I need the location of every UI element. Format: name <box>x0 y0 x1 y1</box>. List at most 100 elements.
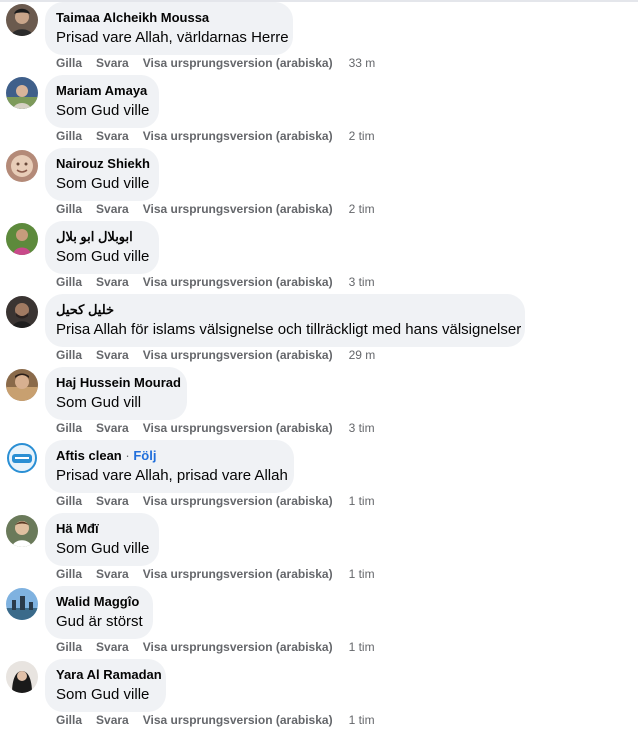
comment-text: Prisa Allah för islams välsignelse och t… <box>56 321 522 338</box>
comment-bubble: Taimaa Alcheikh Moussa Prisad vare Allah… <box>45 2 293 55</box>
avatar[interactable] <box>6 77 38 109</box>
comment-text: Som Gud vill <box>56 394 142 411</box>
comment: خليل كحيل Prisa Allah för islams välsign… <box>0 292 638 365</box>
avatar[interactable] <box>6 223 38 255</box>
reply-button[interactable]: Svara <box>96 494 129 508</box>
comment-actions: Gilla Svara Visa ursprungsversion (arabisk… <box>56 420 375 436</box>
reply-button[interactable]: Svara <box>96 202 129 216</box>
avatar[interactable] <box>6 150 38 182</box>
reply-button[interactable]: Svara <box>96 713 129 727</box>
timestamp[interactable]: 1 tim <box>349 640 375 654</box>
like-button[interactable]: Gilla <box>56 56 82 70</box>
comment: Taimaa Alcheikh Moussa Prisad vare Allah… <box>0 0 638 73</box>
comment-bubble: ابوبلال ابو بلال Som Gud ville <box>45 221 159 274</box>
avatar[interactable] <box>6 4 38 36</box>
like-button[interactable]: Gilla <box>56 202 82 216</box>
reply-button[interactable]: Svara <box>96 421 129 435</box>
comment-text: Gud är störst <box>56 613 143 630</box>
reply-button[interactable]: Svara <box>96 567 129 581</box>
see-original-button[interactable]: Visa ursprungsversion (arabiska) <box>143 275 333 289</box>
comment-actions: Gilla Svara Visa ursprungsversion (arabisk… <box>56 347 375 363</box>
comment-text: Som Gud ville <box>56 540 150 557</box>
see-original-button[interactable]: Visa ursprungsversion (arabiska) <box>143 640 333 654</box>
reply-button[interactable]: Svara <box>96 640 129 654</box>
comment-actions: Gilla Svara Visa ursprungsversion (arabisk… <box>56 639 375 655</box>
comment-text: Som Gud ville <box>56 686 150 703</box>
comment: Walid Maggîo Gud är störst Gilla Svara Vis… <box>0 584 638 657</box>
timestamp[interactable]: 33 m <box>349 56 376 70</box>
timestamp[interactable]: 1 tim <box>349 567 375 581</box>
comment-text: Prisad vare Allah, världarnas Herre <box>56 29 289 46</box>
avatar[interactable] <box>6 442 38 474</box>
author-name[interactable]: Haj Hussein Mourad <box>56 374 181 391</box>
comment-actions: Gilla Svara Visa ursprungsversion (arabisk… <box>56 201 375 217</box>
see-original-button[interactable]: Visa ursprungsversion (arabiska) <box>143 713 333 727</box>
see-original-button[interactable]: Visa ursprungsversion (arabiska) <box>143 494 333 508</box>
timestamp[interactable]: 1 tim <box>349 494 375 508</box>
avatar[interactable] <box>6 369 38 401</box>
avatar[interactable] <box>6 296 38 328</box>
timestamp[interactable]: 2 tim <box>349 129 375 143</box>
comment-bubble: Yara Al Ramadan Som Gud ville <box>45 659 166 712</box>
comment-bubble: Nairouz Shiekh Som Gud ville <box>45 148 159 201</box>
author-name[interactable]: خليل كحيل <box>56 301 513 318</box>
reply-button[interactable]: Svara <box>96 348 129 362</box>
comment-bubble: Aftis clean · Följ Prisad vare Allah, pr… <box>45 440 294 493</box>
comment-text: Prisad vare Allah, prisad vare Allah <box>56 467 288 484</box>
reply-button[interactable]: Svara <box>96 56 129 70</box>
like-button[interactable]: Gilla <box>56 713 82 727</box>
like-button[interactable]: Gilla <box>56 129 82 143</box>
author-name[interactable]: Yara Al Ramadan <box>56 666 162 683</box>
author-name[interactable]: Taimaa Alcheikh Moussa <box>56 9 281 26</box>
comment-actions: Gilla Svara Visa ursprungsversion (arabisk… <box>56 274 375 290</box>
like-button[interactable]: Gilla <box>56 275 82 289</box>
comment-text: Som Gud ville <box>56 175 150 192</box>
comment-actions: Gilla Svara Visa ursprungsversion (arabisk… <box>56 566 375 582</box>
timestamp[interactable]: 29 m <box>349 348 376 362</box>
author-name[interactable]: Walid Maggîo <box>56 593 141 610</box>
comment-bubble: Haj Hussein Mourad Som Gud vill <box>45 367 187 420</box>
see-original-button[interactable]: Visa ursprungsversion (arabiska) <box>143 348 333 362</box>
reply-button[interactable]: Svara <box>96 275 129 289</box>
author-name-line: Aftis clean · Följ <box>56 447 282 464</box>
avatar[interactable] <box>6 515 38 547</box>
comment-bubble: Hä Mđï Som Gud ville <box>45 513 159 566</box>
comment-actions: Gilla Svara Visa ursprungsversion (arabisk… <box>56 493 375 509</box>
comment: Mariam Amaya Som Gud ville Gilla Svara Vis… <box>0 73 638 146</box>
author-name[interactable]: Hä Mđï <box>56 520 147 537</box>
comment: Hä Mđï Som Gud ville Gilla Svara Visa ursp… <box>0 511 638 584</box>
like-button[interactable]: Gilla <box>56 494 82 508</box>
like-button[interactable]: Gilla <box>56 348 82 362</box>
comment-text: Som Gud ville <box>56 102 150 119</box>
timestamp[interactable]: 2 tim <box>349 202 375 216</box>
comment-actions: Gilla Svara Visa ursprungsversion (arabisk… <box>56 712 375 728</box>
avatar[interactable] <box>6 588 38 620</box>
separator-dot: · <box>125 448 130 463</box>
like-button[interactable]: Gilla <box>56 421 82 435</box>
comment: Aftis clean · Följ Prisad vare Allah, pr… <box>0 438 638 511</box>
author-name[interactable]: Mariam Amaya <box>56 82 147 99</box>
see-original-button[interactable]: Visa ursprungsversion (arabiska) <box>143 56 333 70</box>
see-original-button[interactable]: Visa ursprungsversion (arabiska) <box>143 202 333 216</box>
timestamp[interactable]: 3 tim <box>349 421 375 435</box>
comment: Haj Hussein Mourad Som Gud vill Gilla Sva… <box>0 365 638 438</box>
author-name[interactable]: Nairouz Shiekh <box>56 155 150 172</box>
see-original-button[interactable]: Visa ursprungsversion (arabiska) <box>143 567 333 581</box>
timestamp[interactable]: 1 tim <box>349 713 375 727</box>
comment-bubble: خليل كحيل Prisa Allah för islams välsign… <box>45 294 525 347</box>
comment-text: Som Gud ville <box>56 248 150 265</box>
author-name[interactable]: Aftis clean <box>56 448 122 463</box>
like-button[interactable]: Gilla <box>56 567 82 581</box>
follow-button[interactable]: Följ <box>133 448 156 463</box>
like-button[interactable]: Gilla <box>56 640 82 654</box>
see-original-button[interactable]: Visa ursprungsversion (arabiska) <box>143 421 333 435</box>
avatar[interactable] <box>6 661 38 693</box>
comment-actions: Gilla Svara Visa ursprungsversion (arabisk… <box>56 55 375 71</box>
reply-button[interactable]: Svara <box>96 129 129 143</box>
see-original-button[interactable]: Visa ursprungsversion (arabiska) <box>143 129 333 143</box>
timestamp[interactable]: 3 tim <box>349 275 375 289</box>
comment-actions: Gilla Svara Visa ursprungsversion (arabisk… <box>56 128 375 144</box>
comment-bubble: Mariam Amaya Som Gud ville <box>45 75 159 128</box>
author-name[interactable]: ابوبلال ابو بلال <box>56 228 147 245</box>
comment: Nairouz Shiekh Som Gud ville Gilla Svara V… <box>0 146 638 219</box>
